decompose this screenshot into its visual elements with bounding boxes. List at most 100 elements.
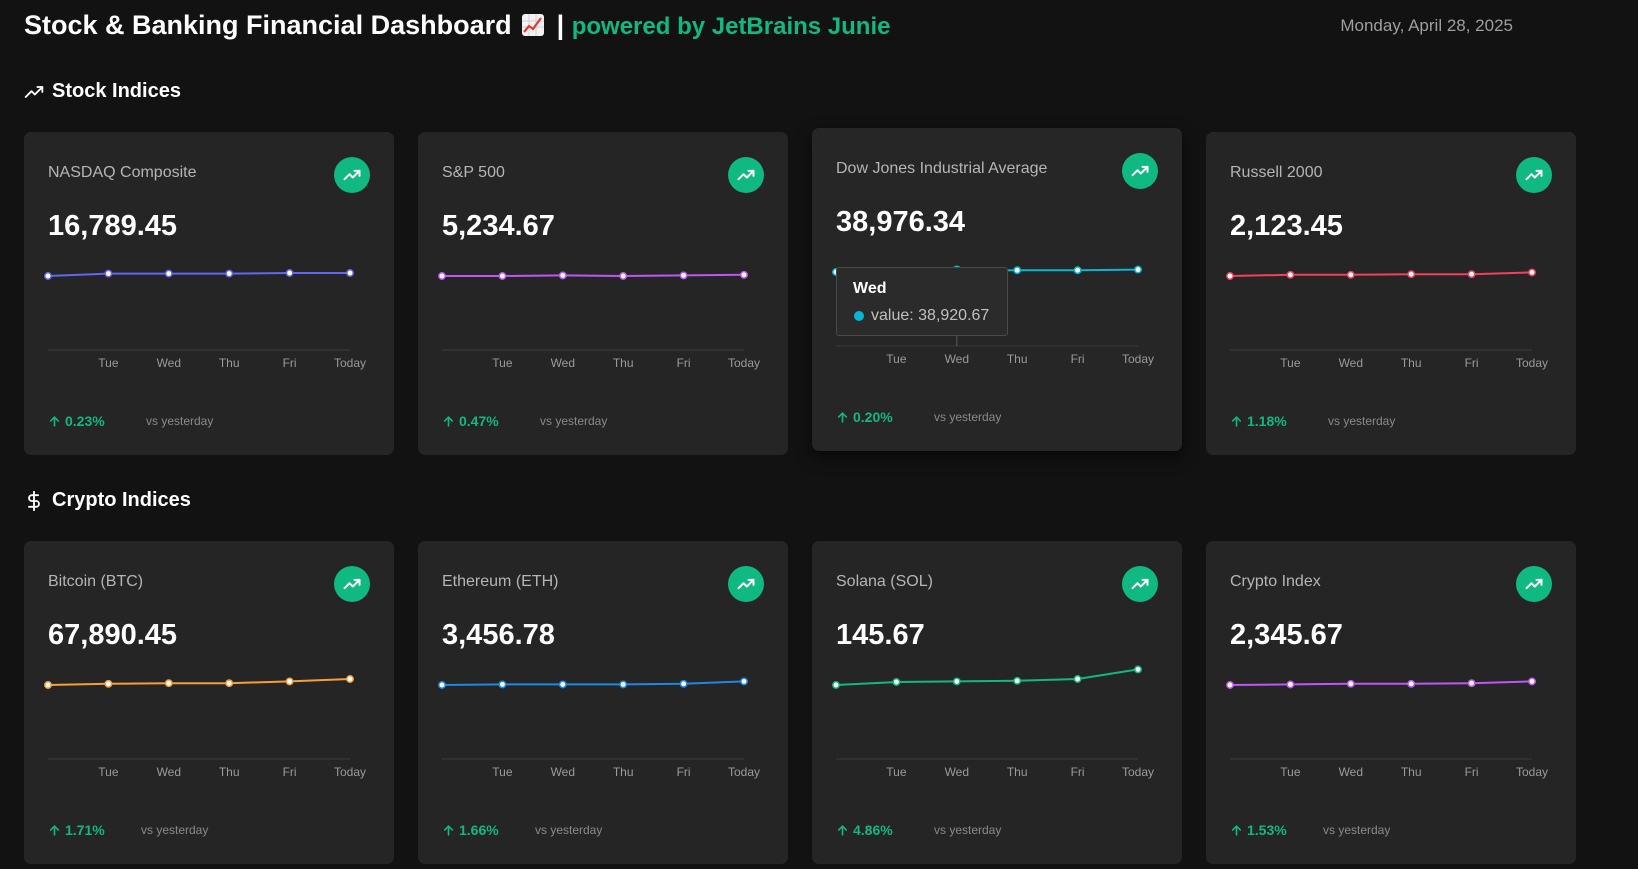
change-percent: 0.23% <box>65 413 105 429</box>
tooltip-value: value: 38,920.67 <box>871 307 990 324</box>
x-tick-label: Fri <box>677 356 691 370</box>
data-point[interactable] <box>1013 266 1022 275</box>
change-indicator: 1.71% <box>48 822 105 838</box>
sparkline-chart[interactable]: Tue Wed Thu Fri Today <box>812 128 1182 378</box>
x-tick-label: Fri <box>1465 765 1479 779</box>
vs-yesterday-label: vs yesterday <box>146 414 214 428</box>
data-point[interactable] <box>1286 270 1295 279</box>
chart-increasing-icon <box>522 14 545 36</box>
x-tick-label: Thu <box>613 356 634 370</box>
data-point[interactable] <box>438 272 446 280</box>
data-point[interactable] <box>1467 679 1476 688</box>
x-tick-label: Wed <box>945 765 969 779</box>
series-line <box>441 680 745 686</box>
data-point[interactable] <box>498 680 507 689</box>
sparkline-chart[interactable]: Tue Wed Thu Fri Today <box>812 541 1182 791</box>
data-point[interactable] <box>952 677 961 686</box>
index-card-russell-2000[interactable]: Russell 2000 2,123.45 1.18% vs yesterday… <box>1206 132 1576 455</box>
x-tick-label: Fri <box>1465 356 1479 370</box>
data-point[interactable] <box>892 678 901 686</box>
x-tick-label: Tue <box>98 356 119 370</box>
data-point[interactable] <box>558 680 567 689</box>
data-point[interactable] <box>1013 676 1022 685</box>
data-point[interactable] <box>285 677 294 686</box>
x-tick-label: Thu <box>219 356 240 370</box>
change-indicator: 0.47% <box>442 413 499 429</box>
tooltip-series-dot <box>854 311 864 321</box>
data-point[interactable] <box>740 677 748 686</box>
data-point[interactable] <box>558 271 567 280</box>
data-point[interactable] <box>1346 270 1355 279</box>
x-tick-label: Wed <box>551 356 575 370</box>
change-indicator: 1.53% <box>1230 822 1287 838</box>
section-title-crypto: Crypto Indices <box>24 489 191 512</box>
vs-yesterday-label: vs yesterday <box>141 823 209 837</box>
sparkline-chart[interactable]: Tue Wed Thu Fri Today <box>1206 132 1576 382</box>
data-point[interactable] <box>285 269 294 277</box>
series-line <box>835 668 1139 686</box>
vs-yesterday-label: vs yesterday <box>1323 823 1391 837</box>
x-tick-label: Thu <box>1401 356 1422 370</box>
data-point[interactable] <box>346 675 354 683</box>
index-card-crypto-index[interactable]: Crypto Index 2,345.67 1.53% vs yesterday… <box>1206 541 1576 864</box>
data-point[interactable] <box>498 272 507 280</box>
data-point[interactable] <box>1226 681 1234 689</box>
sparkline-chart[interactable]: Tue Wed Thu Fri Today <box>24 541 394 791</box>
index-card-s-p-500[interactable]: S&P 500 5,234.67 0.47% vs yesterday Tue W… <box>418 132 788 455</box>
x-tick-label: Tue <box>1280 356 1301 370</box>
data-point[interactable] <box>740 270 748 279</box>
data-point[interactable] <box>164 679 173 688</box>
data-point[interactable] <box>1134 665 1142 674</box>
data-point[interactable] <box>104 269 113 278</box>
data-point[interactable] <box>225 679 234 688</box>
arrow-up-icon <box>837 824 848 836</box>
x-tick-label: Tue <box>886 352 907 366</box>
vs-yesterday-label: vs yesterday <box>934 410 1002 424</box>
data-point[interactable] <box>619 680 628 689</box>
index-card-ethereum-eth[interactable]: Ethereum (ETH) 3,456.78 1.66% vs yesterd… <box>418 541 788 864</box>
data-point[interactable] <box>679 679 688 688</box>
vs-yesterday-label: vs yesterday <box>1328 414 1396 428</box>
x-tick-label: Thu <box>1007 765 1028 779</box>
index-card-bitcoin-btc[interactable]: Bitcoin (BTC) 67,890.45 1.71% vs yesterd… <box>24 541 394 864</box>
x-tick-label: Tue <box>886 765 907 779</box>
data-point[interactable] <box>225 269 234 278</box>
series-line <box>1229 680 1533 686</box>
sparkline-chart[interactable]: Tue Wed Thu Fri Today <box>24 132 394 382</box>
sparkline-chart[interactable]: Tue Wed Thu Fri Today <box>418 132 788 382</box>
data-point[interactable] <box>1073 675 1082 683</box>
data-point[interactable] <box>1073 266 1082 275</box>
x-tick-label: Wed <box>1339 765 1363 779</box>
section-title-text: Crypto Indices <box>52 489 191 511</box>
data-point[interactable] <box>1407 679 1416 688</box>
index-card-solana-sol[interactable]: Solana (SOL) 145.67 4.86% vs yesterday T… <box>812 541 1182 864</box>
change-percent: 1.18% <box>1247 413 1287 429</box>
data-point[interactable] <box>1528 268 1536 277</box>
data-point[interactable] <box>346 269 354 277</box>
data-point[interactable] <box>44 272 52 280</box>
data-point[interactable] <box>1528 677 1536 686</box>
data-point[interactable] <box>164 269 173 278</box>
change-percent: 0.47% <box>459 413 499 429</box>
data-point[interactable] <box>438 681 446 689</box>
data-point[interactable] <box>1286 680 1295 689</box>
data-point[interactable] <box>1407 270 1416 279</box>
data-point[interactable] <box>619 272 628 280</box>
data-point[interactable] <box>1346 679 1355 688</box>
x-tick-label: Tue <box>98 765 119 779</box>
data-point[interactable] <box>1226 272 1234 280</box>
data-point[interactable] <box>832 681 840 689</box>
data-point[interactable] <box>1134 265 1142 274</box>
index-card-dow-jones-industrial-average[interactable]: Dow Jones Industrial Average 38,976.34 0… <box>812 128 1182 451</box>
change-indicator: 0.23% <box>48 413 105 429</box>
title-separator: | <box>556 10 565 40</box>
sparkline-chart[interactable]: Tue Wed Thu Fri Today <box>1206 541 1576 791</box>
index-card-nasdaq-composite[interactable]: NASDAQ Composite 16,789.45 0.23% vs yest… <box>24 132 394 455</box>
data-point[interactable] <box>104 679 113 688</box>
x-tick-label: Tue <box>492 356 513 370</box>
change-indicator: 0.20% <box>836 409 893 425</box>
data-point[interactable] <box>44 681 52 689</box>
data-point[interactable] <box>679 271 688 280</box>
sparkline-chart[interactable]: Tue Wed Thu Fri Today <box>418 541 788 791</box>
data-point[interactable] <box>1467 270 1476 279</box>
